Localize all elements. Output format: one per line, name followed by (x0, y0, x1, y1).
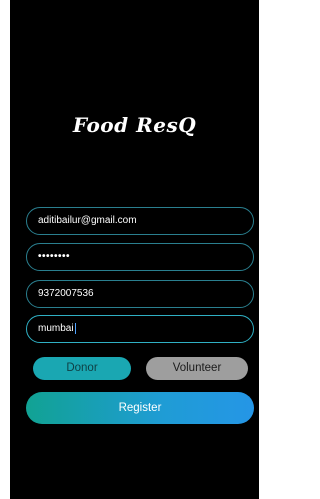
app-logo: Food ResQ (72, 113, 197, 137)
donor-button[interactable]: Donor (33, 357, 131, 380)
register-button[interactable]: Register (26, 392, 254, 424)
email-field[interactable]: aditibailur@gmail.com (26, 207, 254, 235)
app-screen: Food ResQ aditibailur@gmail.com ••••••••… (10, 0, 259, 499)
city-value: mumbai (38, 323, 74, 334)
email-value: aditibailur@gmail.com (38, 215, 137, 226)
password-value: •••••••• (38, 251, 71, 262)
password-field[interactable]: •••••••• (26, 243, 254, 271)
volunteer-button[interactable]: Volunteer (146, 357, 248, 380)
phone-field[interactable]: 9372007536 (26, 280, 254, 308)
city-field[interactable]: mumbai (26, 315, 254, 343)
phone-value: 9372007536 (38, 288, 94, 299)
text-cursor (74, 322, 76, 334)
